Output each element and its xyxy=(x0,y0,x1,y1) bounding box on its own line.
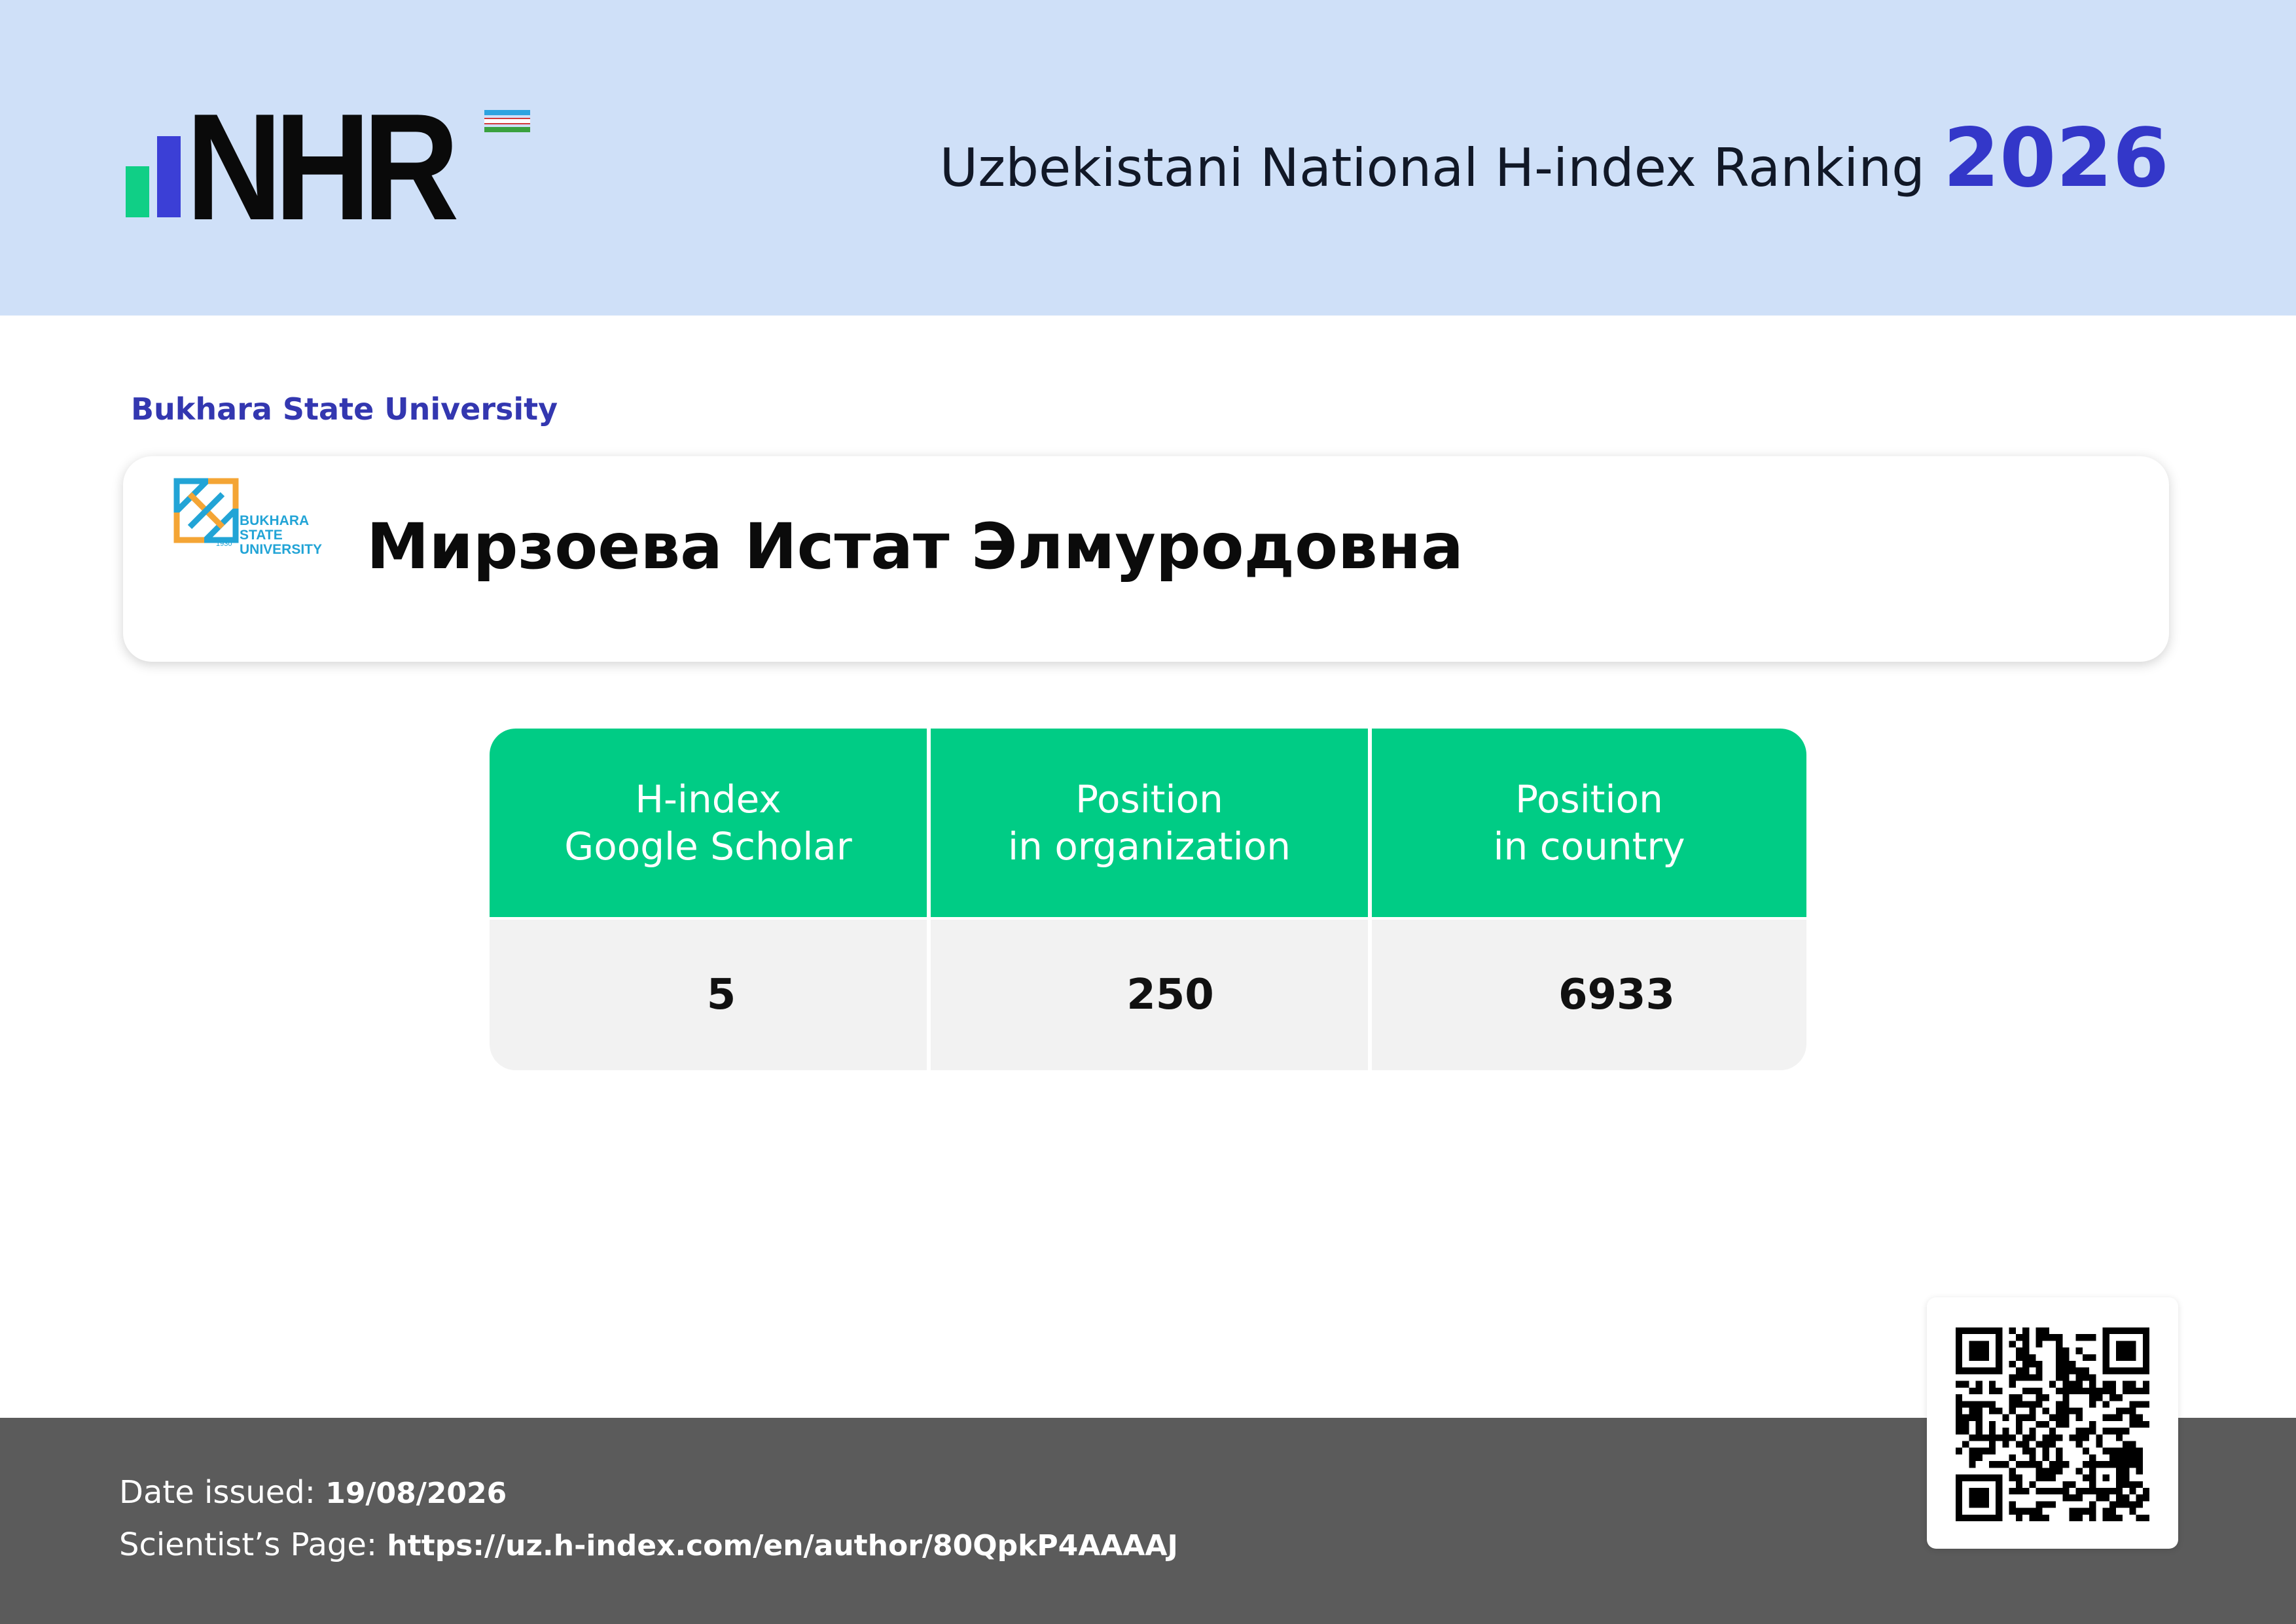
header-band: NHR Uzbekistani National H-index Ranking… xyxy=(0,0,2296,316)
ranking-title: Uzbekistani National H-index Ranking 202… xyxy=(940,111,2169,206)
logo-bar-blue xyxy=(157,136,181,217)
value-position-country: 6933 xyxy=(1372,920,1806,1070)
logo-bar-green xyxy=(126,166,149,217)
value-hindex: 5 xyxy=(490,920,927,1070)
header-position-country: Position in country xyxy=(1372,729,1806,917)
uzbek-flag-icon xyxy=(484,110,530,139)
nhr-logo: NHR xyxy=(123,92,542,244)
scientist-name-card: BUKHARA STATE UNIVERSITY 1930 Мирзоева И… xyxy=(123,456,2169,662)
value-position-organization: 250 xyxy=(931,920,1368,1070)
stats-table: H-index Google Scholar Position in organ… xyxy=(490,729,1806,1070)
logo-wordmark: NHR xyxy=(186,82,459,252)
scientist-name: Мирзоева Истат Элмуродовна xyxy=(367,510,1463,583)
qr-code-icon[interactable] xyxy=(1956,1327,2149,1521)
header-hindex: H-index Google Scholar xyxy=(490,729,927,917)
organization-label: Bukhara State University xyxy=(131,391,558,427)
qr-code-card xyxy=(1927,1297,2178,1549)
university-logo-year: 1930 xyxy=(216,540,232,548)
scientist-page-link[interactable]: https://uz.h-index.com/en/author/80QpkP4… xyxy=(387,1529,1178,1562)
university-logo-text: BUKHARA STATE UNIVERSITY xyxy=(240,513,323,557)
scientist-page: Scientist’s Page: https://uz.h-index.com… xyxy=(119,1526,1178,1563)
header-position-organization: Position in organization xyxy=(931,729,1368,917)
university-logo: BUKHARA STATE UNIVERSITY 1930 xyxy=(170,475,347,573)
bukhara-university-emblem-icon xyxy=(173,478,239,543)
ranking-year: 2026 xyxy=(1943,111,2169,206)
ranking-title-text: Uzbekistani National H-index Ranking xyxy=(939,137,1925,198)
date-issued: Date issued: 19/08/2026 xyxy=(119,1474,507,1511)
